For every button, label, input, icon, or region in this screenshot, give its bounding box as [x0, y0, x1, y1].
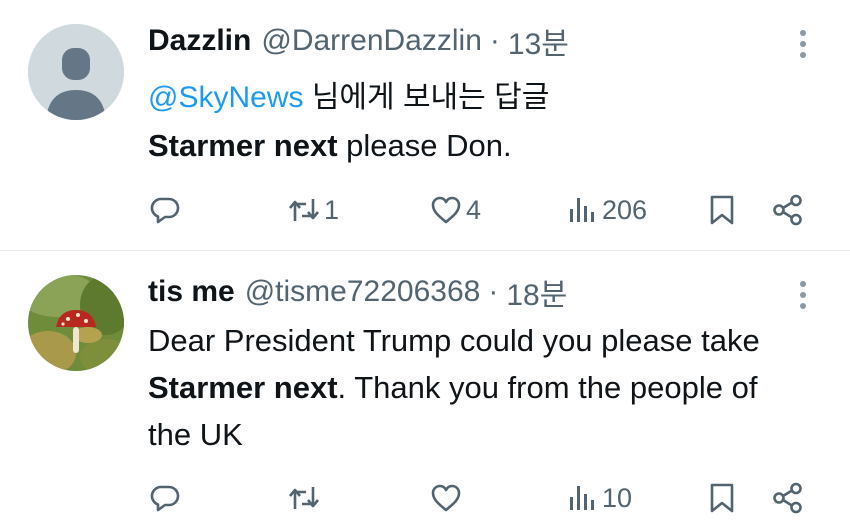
share-icon [773, 482, 802, 514]
post-header: Dazzlin @DarrenDazzlin · 13분 [148, 19, 569, 63]
post-text: Dear President Trump could you please ta… [148, 317, 808, 458]
like-count: 4 [466, 194, 482, 225]
post-text-bold: Starmer next [148, 370, 338, 405]
more-icon[interactable] [796, 279, 810, 311]
avatar[interactable] [28, 24, 124, 120]
views-count: 10 [602, 482, 633, 513]
repost-button[interactable]: 1 [288, 190, 339, 230]
author-handle[interactable]: @tisme72206368 [245, 275, 481, 309]
post-header: tis me @tisme72206368 · 18분 [148, 270, 567, 314]
views-icon [570, 198, 594, 222]
bookmark-button[interactable] [708, 478, 736, 518]
reply-context-text: 님에게 보내는 답글 [303, 81, 550, 114]
bookmark-button[interactable] [708, 190, 736, 230]
views-icon [570, 486, 594, 510]
reply-icon [150, 197, 180, 224]
post-text-rest: please Don. [337, 128, 512, 163]
reply-button[interactable] [150, 478, 180, 518]
default-avatar-icon [28, 24, 124, 120]
like-icon [431, 196, 461, 224]
post-time[interactable]: 18분 [506, 270, 567, 314]
post-actions: 10 [0, 478, 850, 518]
author-name[interactable]: tis me [148, 275, 235, 309]
repost-icon [289, 199, 319, 221]
share-icon [773, 194, 802, 226]
like-button[interactable] [430, 478, 466, 518]
avatar[interactable] [28, 275, 124, 371]
views-button[interactable]: 206 [568, 190, 647, 230]
post-actions: 1 4 206 [0, 190, 850, 230]
reply-icon [150, 485, 180, 512]
like-button[interactable]: 4 [430, 190, 481, 230]
bookmark-icon [710, 483, 734, 513]
repost-button[interactable] [288, 478, 324, 518]
post-text-bold: Starmer next [148, 128, 338, 163]
post[interactable]: tis me @tisme72206368 · 18분 Dear Preside… [0, 251, 850, 529]
reply-button[interactable] [150, 190, 180, 230]
like-icon [431, 484, 461, 512]
repost-icon [289, 487, 319, 509]
repost-count: 1 [324, 194, 340, 225]
mushroom-photo-avatar-icon [28, 275, 124, 371]
reply-context: @SkyNews 님에게 보내는 답글 [148, 72, 549, 116]
reply-mention-link[interactable]: @SkyNews [148, 81, 303, 114]
post-text: Starmer next please Don. [148, 122, 808, 169]
post-text-part1: Dear President Trump could you please ta… [148, 323, 760, 358]
views-count: 206 [602, 194, 648, 225]
share-button[interactable] [772, 478, 804, 518]
separator-dot: · [488, 275, 499, 308]
post[interactable]: Dazzlin @DarrenDazzlin · 13분 @SkyNews 님에… [0, 0, 850, 250]
share-button[interactable] [772, 190, 804, 230]
views-button[interactable]: 10 [568, 478, 632, 518]
author-name[interactable]: Dazzlin [148, 24, 251, 58]
author-handle[interactable]: @DarrenDazzlin [261, 24, 482, 58]
more-icon[interactable] [796, 28, 810, 60]
post-time[interactable]: 13분 [508, 19, 569, 63]
separator-dot: · [489, 24, 500, 57]
bookmark-icon [710, 195, 734, 225]
